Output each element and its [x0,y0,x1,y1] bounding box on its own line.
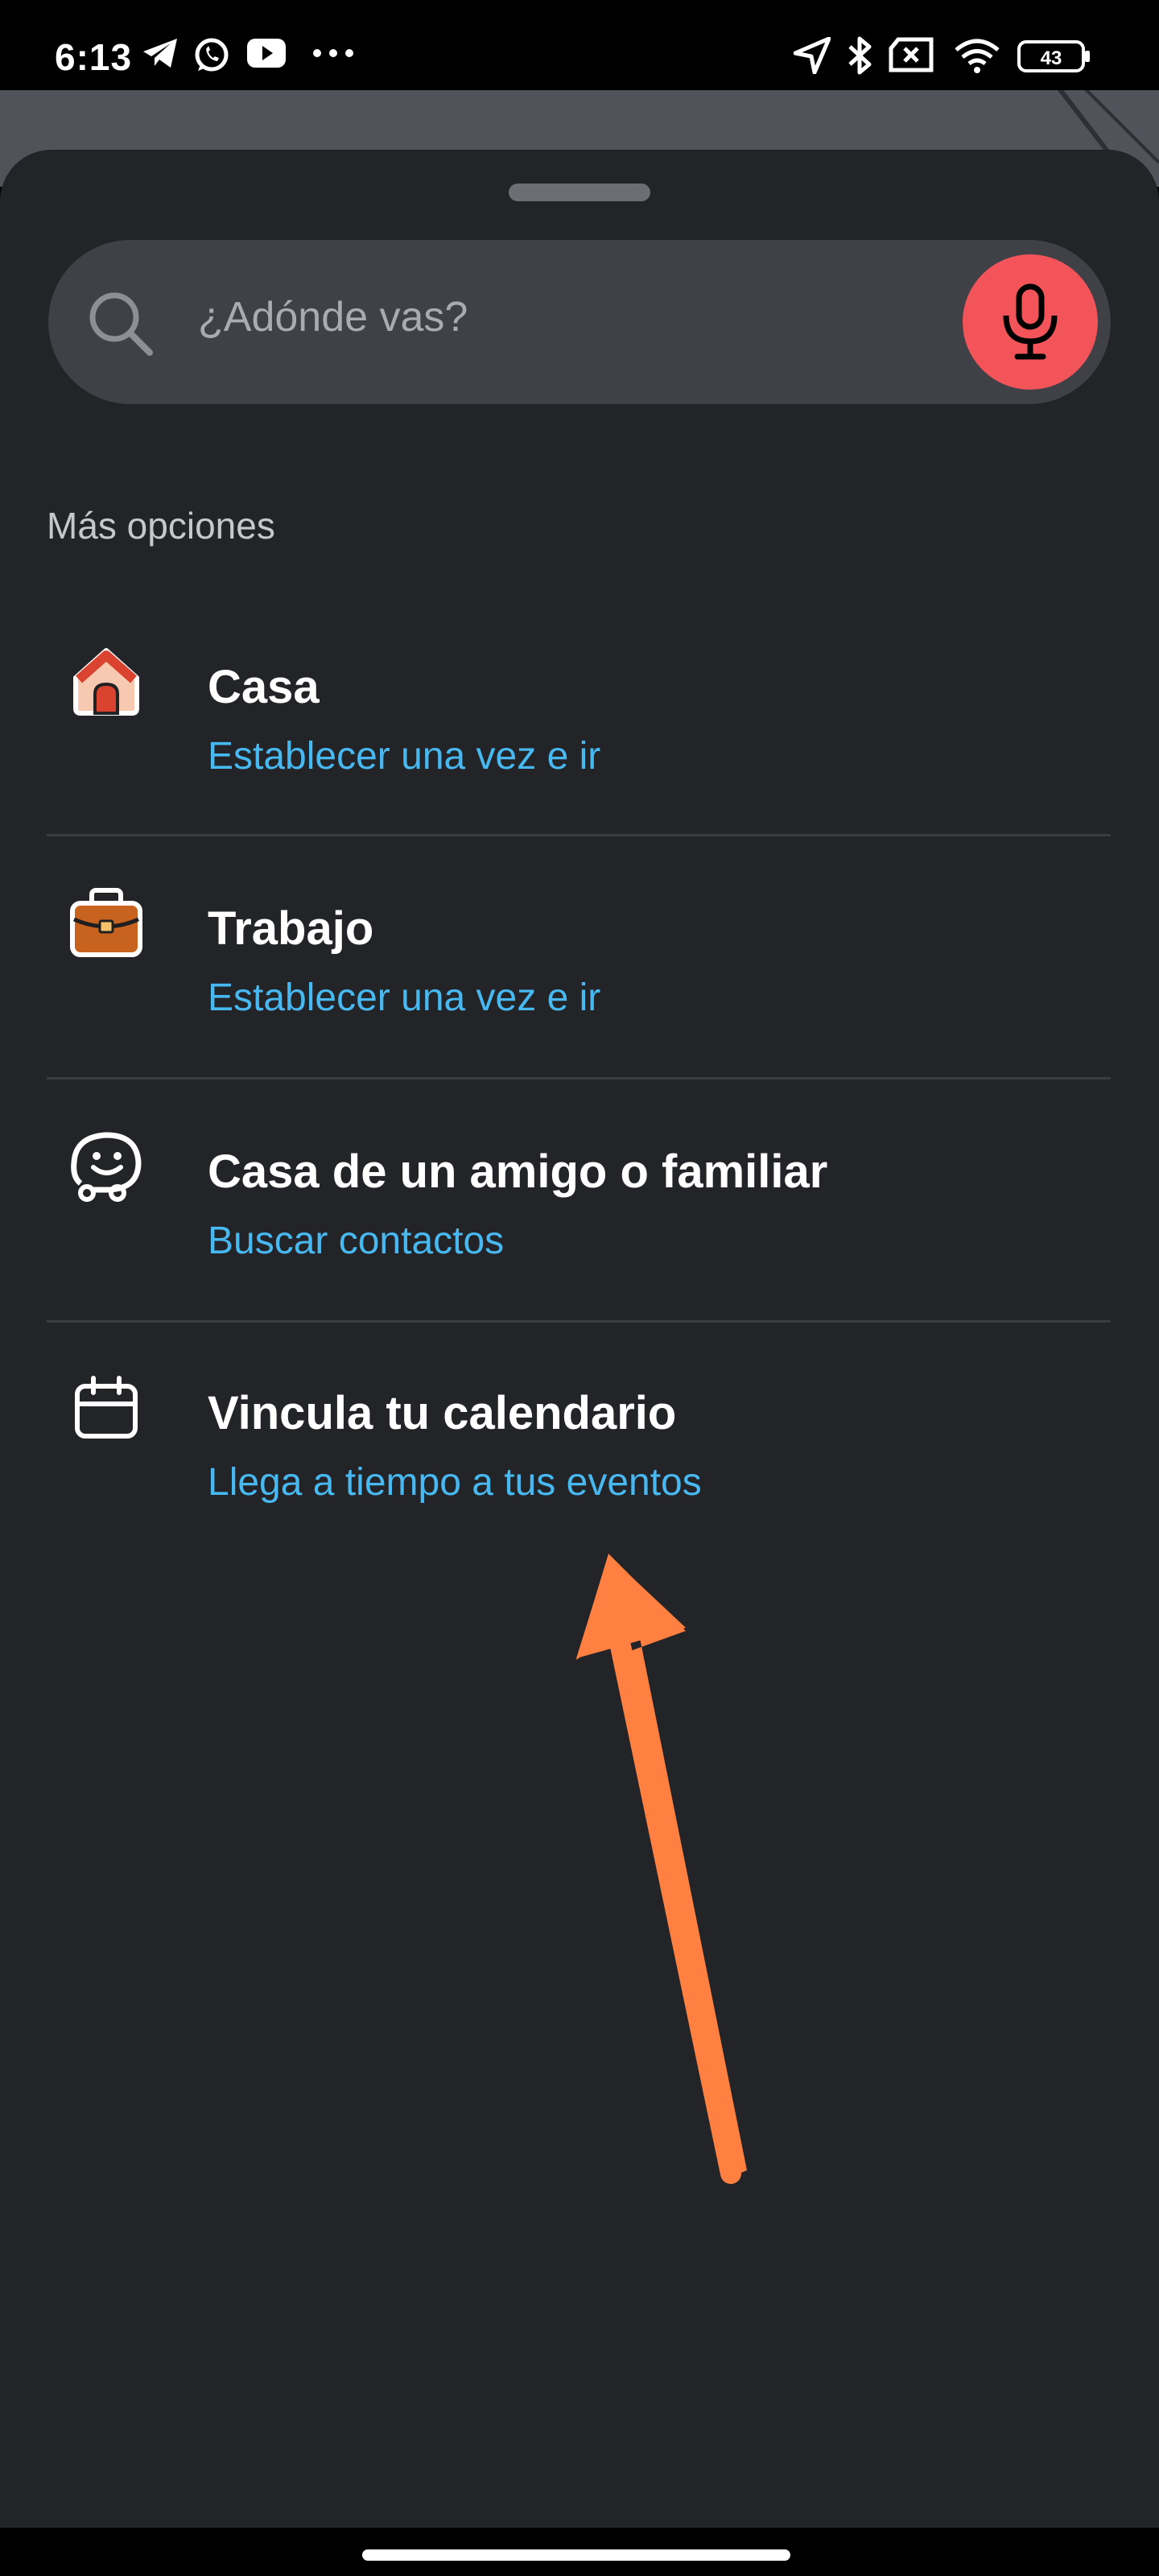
more-options-heading: Más opciones [47,505,275,547]
option-link-calendar[interactable]: Vincula tu calendario Llega a tiempo a t… [47,1368,1111,1610]
battery-level: 43 [1041,47,1062,69]
youtube-icon [246,37,287,69]
home-icon [68,642,145,720]
home-indicator[interactable] [362,2549,790,2561]
battery-icon: 43 [1017,40,1091,72]
option-work[interactable]: Trabajo Establecer una vez e ir [47,884,1111,1125]
search-input[interactable]: ¿Adónde vas? [198,293,468,341]
divider [47,1077,1111,1080]
divider [47,834,1111,836]
search-icon [85,288,158,361]
calendar-icon [68,1368,145,1446]
option-title: Trabajo [208,902,374,955]
option-subtitle[interactable]: Buscar contactos [208,1219,504,1263]
microphone-icon [1003,283,1058,360]
search-bar[interactable]: ¿Adónde vas? [48,240,1111,404]
divider [47,1320,1111,1323]
option-title: Vincula tu calendario [208,1387,677,1439]
option-subtitle[interactable]: Llega a tiempo a tus eventos [208,1460,702,1505]
option-subtitle[interactable]: Establecer una vez e ir [208,734,600,778]
status-time: 6:13 [55,36,133,78]
destination-sheet: ¿Adónde vas? Más opciones Casa Establece… [0,150,1159,2557]
option-subtitle[interactable]: Establecer una vez e ir [208,976,600,1020]
whatsapp-icon [193,37,230,74]
option-home[interactable]: Casa Establecer una vez e ir [47,642,1111,884]
drag-handle[interactable] [509,184,650,201]
option-title: Casa de un amigo o familiar [208,1146,828,1198]
voice-search-button[interactable] [963,254,1098,390]
option-friend-home[interactable]: Casa de un amigo o familiar Buscar conta… [47,1127,1111,1368]
waze-friend-icon [68,1127,145,1204]
bluetooth-icon [847,35,874,76]
briefcase-icon [68,884,145,961]
more-dots-icon [312,48,354,58]
no-sim-icon [889,37,934,72]
telegram-icon [142,37,179,69]
option-title: Casa [208,661,320,713]
wifi-icon [953,37,1001,74]
location-arrow-icon [794,37,831,74]
status-bar: 6:13 43 [0,0,1159,90]
